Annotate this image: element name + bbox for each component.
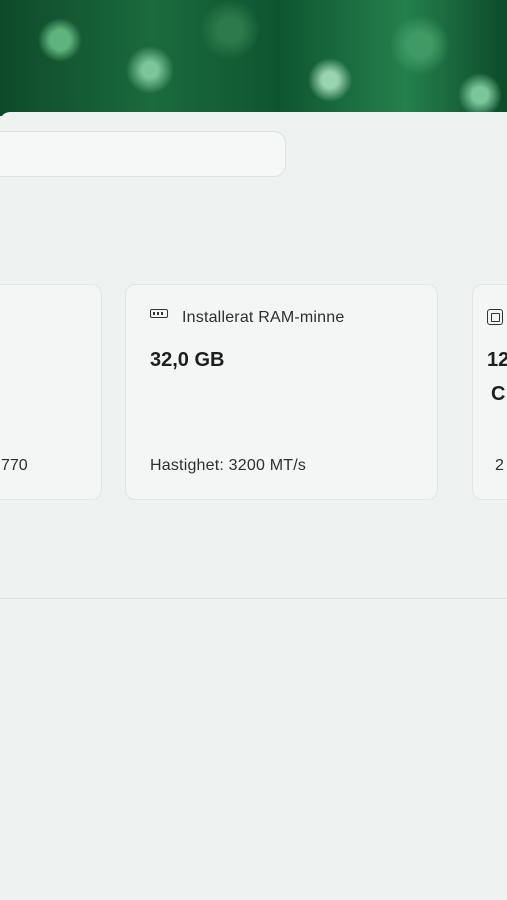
right-card-value-2: C bbox=[491, 383, 506, 405]
right-card-value: 12 bbox=[487, 349, 507, 371]
right-card-detail: 2 bbox=[495, 457, 504, 474]
search-input[interactable] bbox=[0, 131, 286, 177]
chip-icon bbox=[487, 309, 503, 325]
ram-card-detail: Hastighet: 3200 MT/s bbox=[150, 457, 307, 474]
ram-icon bbox=[150, 309, 168, 318]
spec-card-left: 770 bbox=[0, 284, 102, 500]
ram-card-title: Installerat RAM-minne bbox=[182, 309, 345, 326]
ram-card-value: 32,0 GB bbox=[150, 349, 225, 371]
section-divider bbox=[0, 598, 507, 599]
settings-window bbox=[0, 112, 507, 900]
spec-card-ram: Installerat RAM-minne 32,0 GB Hastighet:… bbox=[125, 284, 438, 500]
spec-card-right: 12 C 2 bbox=[472, 284, 507, 500]
left-card-detail: 770 bbox=[1, 457, 28, 474]
desktop-wallpaper bbox=[0, 0, 507, 116]
